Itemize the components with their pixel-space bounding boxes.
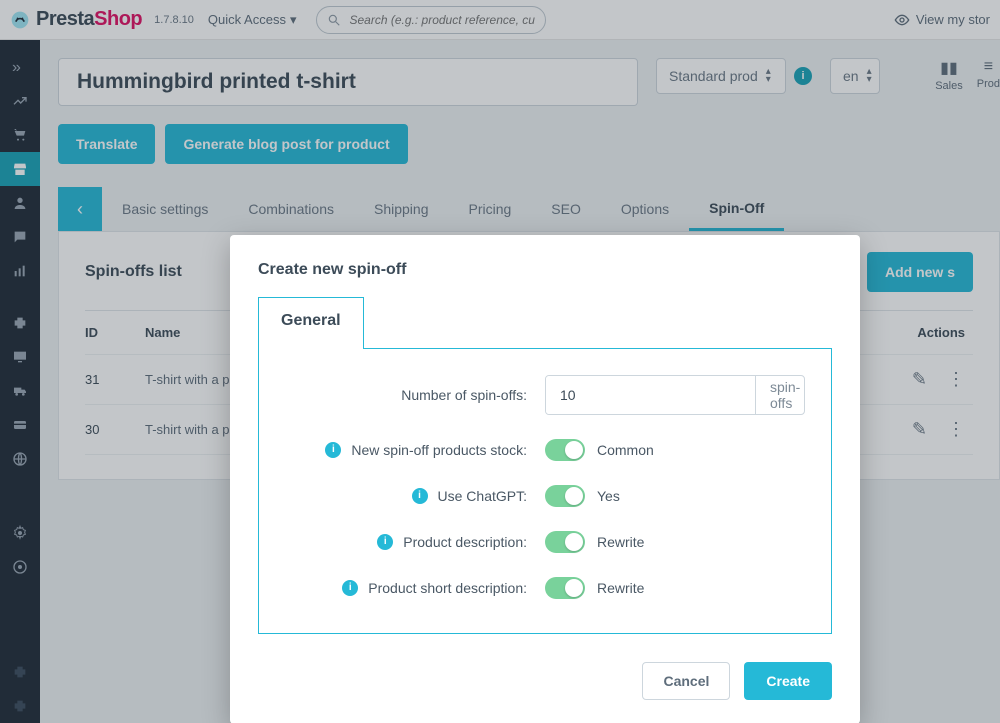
short-description-value: Rewrite bbox=[597, 580, 644, 596]
info-icon[interactable]: i bbox=[377, 534, 393, 550]
field-description: i Product description: Rewrite bbox=[285, 531, 805, 553]
modal-title: Create new spin-off bbox=[258, 261, 832, 279]
field-short-description: i Product short description: Rewrite bbox=[285, 577, 805, 599]
info-icon[interactable]: i bbox=[325, 442, 341, 458]
info-icon[interactable]: i bbox=[342, 580, 358, 596]
num-spinoffs-suffix: spin-offs bbox=[755, 376, 805, 414]
field-chatgpt: i Use ChatGPT: Yes bbox=[285, 485, 805, 507]
modal-footer: Cancel Create bbox=[258, 662, 832, 700]
chatgpt-toggle[interactable] bbox=[545, 485, 585, 507]
chatgpt-value: Yes bbox=[597, 488, 620, 504]
modal-body: Number of spin-offs: spin-offs i New spi… bbox=[258, 348, 832, 634]
num-spinoffs-label: Number of spin-offs: bbox=[401, 387, 527, 403]
modal-tab-general[interactable]: General bbox=[258, 297, 364, 349]
info-icon[interactable]: i bbox=[412, 488, 428, 504]
cancel-button[interactable]: Cancel bbox=[642, 662, 730, 700]
description-label: Product description: bbox=[403, 534, 527, 550]
chatgpt-label: Use ChatGPT: bbox=[438, 488, 527, 504]
stock-toggle[interactable] bbox=[545, 439, 585, 461]
field-stock: i New spin-off products stock: Common bbox=[285, 439, 805, 461]
num-spinoffs-input[interactable] bbox=[546, 376, 755, 414]
short-description-toggle[interactable] bbox=[545, 577, 585, 599]
field-num-spinoffs: Number of spin-offs: spin-offs bbox=[285, 375, 805, 415]
short-description-label: Product short description: bbox=[368, 580, 527, 596]
description-value: Rewrite bbox=[597, 534, 644, 550]
modal-tabs: General bbox=[258, 297, 832, 349]
create-spinoff-modal: Create new spin-off General Number of sp… bbox=[230, 235, 860, 723]
stock-label: New spin-off products stock: bbox=[351, 442, 527, 458]
create-button[interactable]: Create bbox=[744, 662, 832, 700]
stock-value: Common bbox=[597, 442, 654, 458]
description-toggle[interactable] bbox=[545, 531, 585, 553]
num-spinoffs-input-wrap: spin-offs bbox=[545, 375, 805, 415]
